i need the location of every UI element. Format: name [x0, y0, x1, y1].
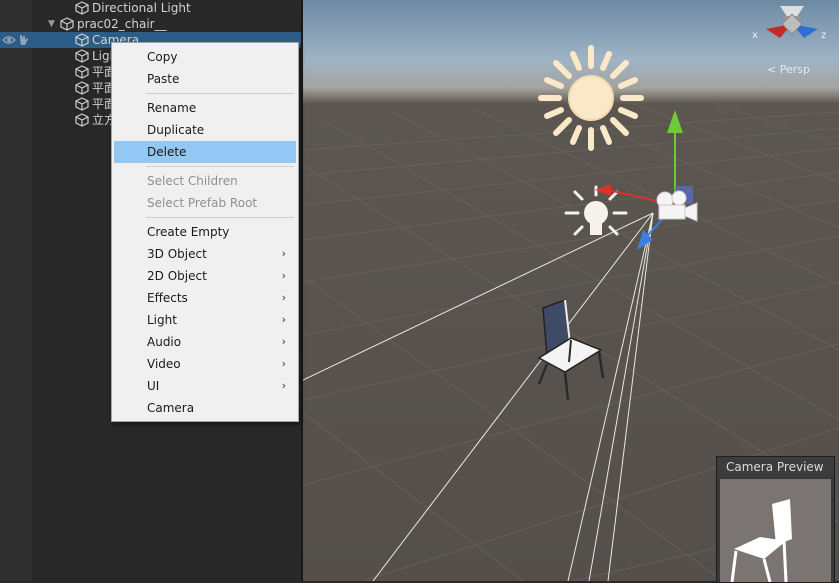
- menu-item-label: Video: [147, 357, 181, 371]
- menu-item-paste[interactable]: Paste: [114, 68, 296, 90]
- menu-item-copy[interactable]: Copy: [114, 46, 296, 68]
- menu-item-label: Copy: [147, 50, 178, 64]
- menu-item-select-children: Select Children: [114, 170, 296, 192]
- menu-item-label: Select Children: [147, 174, 238, 188]
- hierarchy-item-label: prac02_chair__: [77, 17, 167, 31]
- gameobject-cube-icon: [75, 49, 89, 63]
- orientation-gizmo[interactable]: [766, 6, 818, 38]
- hierarchy-item[interactable]: ▼ prac02_chair__: [0, 16, 301, 32]
- menu-item-duplicate[interactable]: Duplicate: [114, 119, 296, 141]
- menu-item-delete[interactable]: Delete: [114, 141, 296, 163]
- menu-item-audio[interactable]: Audio ›: [114, 331, 296, 353]
- menu-item-label: 3D Object: [147, 247, 207, 261]
- chevron-right-icon: ›: [281, 357, 286, 370]
- gameobject-cube-icon: [75, 113, 89, 127]
- chevron-right-icon: ›: [281, 335, 286, 348]
- gizmo-z-label: z: [821, 30, 826, 41]
- chevron-right-icon: ›: [281, 379, 286, 392]
- menu-item-label: Select Prefab Root: [147, 196, 258, 210]
- menu-item-label: Effects: [147, 291, 188, 305]
- gameobject-cube-icon: [75, 81, 89, 95]
- menu-item-2d-object[interactable]: 2D Object ›: [114, 265, 296, 287]
- projection-toggle[interactable]: < Persp: [767, 63, 810, 76]
- menu-separator: [146, 166, 294, 167]
- gameobject-cube-icon: [75, 1, 89, 15]
- hierarchy-item[interactable]: Directional Light: [0, 0, 301, 16]
- chair-model[interactable]: [537, 298, 605, 401]
- menu-item-label: Camera: [147, 401, 195, 415]
- camera-preview-window: Camera Preview: [716, 456, 835, 583]
- chevron-right-icon: ›: [281, 269, 286, 282]
- menu-item-label: 2D Object: [147, 269, 207, 283]
- menu-item-label: Create Empty: [147, 225, 230, 239]
- menu-item-select-prefab-root: Select Prefab Root: [114, 192, 296, 214]
- menu-item-label: Light: [147, 313, 177, 327]
- menu-item-video[interactable]: Video ›: [114, 353, 296, 375]
- menu-item-label: Duplicate: [147, 123, 205, 137]
- menu-separator: [146, 217, 294, 218]
- directional-light-sun-icon[interactable]: [538, 45, 644, 151]
- menu-item-label: Paste: [147, 72, 180, 86]
- menu-separator: [146, 93, 294, 94]
- menu-item-camera[interactable]: Camera: [114, 397, 296, 419]
- menu-item-label: UI: [147, 379, 160, 393]
- gameobject-cube-icon: [60, 17, 74, 31]
- hierarchy-item-label: Directional Light: [92, 1, 191, 15]
- preview-chair: [730, 499, 792, 582]
- expand-arrow-icon[interactable]: ▼: [48, 16, 55, 32]
- menu-item-rename[interactable]: Rename: [114, 97, 296, 119]
- menu-item-label: Rename: [147, 101, 197, 115]
- camera-preview-render: [720, 479, 831, 582]
- camera-preview-title: Camera Preview: [717, 457, 834, 477]
- menu-item-label: Audio: [147, 335, 182, 349]
- menu-item-label: Delete: [147, 145, 187, 159]
- menu-item-3d-object[interactable]: 3D Object ›: [114, 243, 296, 265]
- gameobject-cube-icon: [75, 65, 89, 79]
- move-gizmo[interactable]: [595, 110, 693, 250]
- camera-frustum: [303, 212, 654, 581]
- gizmo-x-label: x: [752, 30, 758, 41]
- chevron-right-icon: ›: [281, 247, 286, 260]
- eye-icon[interactable]: [2, 33, 16, 47]
- menu-item-ui[interactable]: UI ›: [114, 375, 296, 397]
- gameobject-cube-icon: [75, 97, 89, 111]
- gameobject-cube-icon: [75, 33, 89, 47]
- chevron-right-icon: ›: [281, 313, 286, 326]
- menu-item-create-empty[interactable]: Create Empty: [114, 221, 296, 243]
- context-menu: Copy Paste Rename Duplicate Delete Select Chi…: [111, 42, 299, 422]
- menu-item-effects[interactable]: Effects ›: [114, 287, 296, 309]
- hand-icon[interactable]: [16, 33, 30, 47]
- menu-item-light[interactable]: Light ›: [114, 309, 296, 331]
- light-bulb-icon[interactable]: [564, 185, 628, 236]
- chevron-right-icon: ›: [281, 291, 286, 304]
